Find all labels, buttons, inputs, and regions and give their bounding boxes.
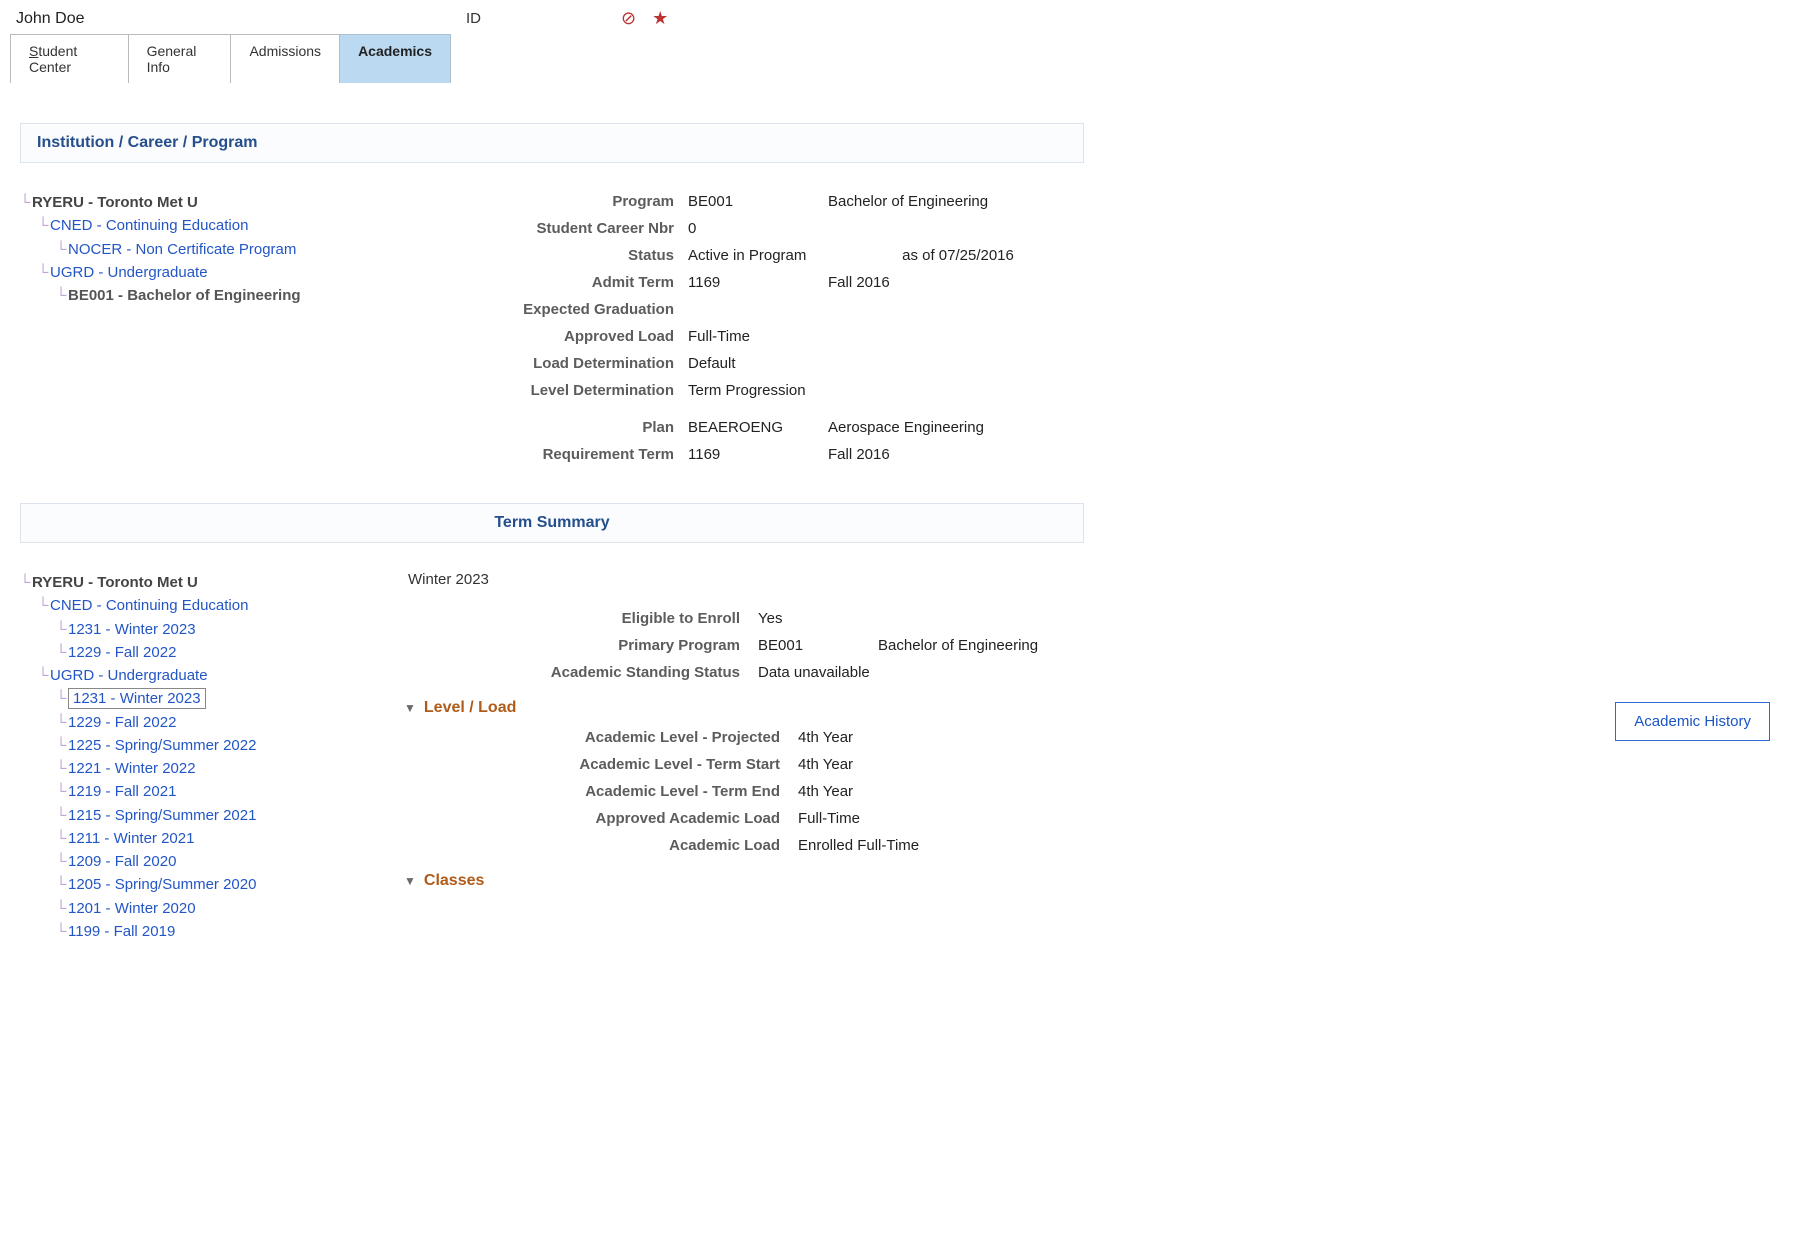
value-appload: Full-Time <box>688 328 828 345</box>
term-ugrd-1221[interactable]: 1221 - Winter 2022 <box>68 760 196 777</box>
term-ugrd-1209[interactable]: 1209 - Fall 2020 <box>68 853 176 870</box>
label-eligible: Eligible to Enroll <box>398 610 758 627</box>
id-label: ID <box>466 10 481 27</box>
value-eligible: Yes <box>758 610 878 627</box>
value-loaddet: Default <box>688 355 828 372</box>
tree-nocer[interactable]: NOCER - Non Certificate Program <box>68 241 296 258</box>
student-name: John Doe <box>16 10 436 28</box>
term-ugrd-1201[interactable]: 1201 - Winter 2020 <box>68 900 196 917</box>
value-leveldet: Term Progression <box>688 382 828 399</box>
tab-academics[interactable]: Academics <box>339 34 451 83</box>
section-title: Institution / Career / Program <box>37 134 257 151</box>
term-cned-1231[interactable]: 1231 - Winter 2023 <box>68 621 196 638</box>
no-entry-icon: ⊘ <box>621 8 636 29</box>
value-admit-desc: Fall 2016 <box>828 274 1088 291</box>
section-term-summary: Term Summary <box>20 503 1084 543</box>
label-standing: Academic Standing Status <box>398 664 758 681</box>
plan-properties: Plan BEAEROENG Aerospace Engineering Req… <box>398 419 1800 463</box>
value-level-end: 4th Year <box>798 783 998 800</box>
value-primary-desc: Bachelor of Engineering <box>878 637 1138 654</box>
program-tree: └RYERU - Toronto Met U └CNED - Continuin… <box>0 191 398 307</box>
caret-down-icon: ▼ <box>404 701 416 715</box>
term-title: Winter 2023 <box>408 571 1800 588</box>
term-ugrd[interactable]: UGRD - Undergraduate <box>50 667 208 684</box>
label-level-start: Academic Level - Term Start <box>488 756 798 773</box>
academic-history-button[interactable]: Academic History <box>1615 702 1770 741</box>
label-level-projected: Academic Level - Projected <box>488 729 798 746</box>
term-ugrd-1205[interactable]: 1205 - Spring/Summer 2020 <box>68 876 256 893</box>
tree-root: RYERU - Toronto Met U <box>32 194 198 211</box>
tree-ugrd[interactable]: UGRD - Undergraduate <box>50 264 208 281</box>
caret-down-icon: ▼ <box>404 874 416 888</box>
value-program-desc: Bachelor of Engineering <box>828 193 1088 210</box>
tab-student-center[interactable]: Student Center <box>10 34 129 83</box>
tab-general-info[interactable]: General Info <box>128 34 232 83</box>
value-reqterm: 1169 <box>688 446 828 463</box>
label-leveldet: Level Determination <box>398 382 688 399</box>
level-load-properties: Academic Level - Projected 4th Year Acad… <box>488 729 1800 854</box>
label-loaddet: Load Determination <box>398 355 688 372</box>
value-approved-load: Full-Time <box>798 810 998 827</box>
term-tree: └RYERU - Toronto Met U └CNED - Continuin… <box>0 571 398 943</box>
term-ugrd-1225[interactable]: 1225 - Spring/Summer 2022 <box>68 737 256 754</box>
value-plan-term: Fall 2016 <box>828 446 1088 463</box>
value-plan-desc: Aerospace Engineering <box>828 419 1088 436</box>
classes-label: Classes <box>424 872 485 890</box>
label-reqterm: Requirement Term <box>398 446 688 463</box>
term-ugrd-1199[interactable]: 1199 - Fall 2019 <box>68 923 175 940</box>
value-status: Active in Program <box>688 247 828 264</box>
tab-admissions[interactable]: Admissions <box>230 34 340 83</box>
term-root: RYERU - Toronto Met U <box>32 574 198 591</box>
label-program: Program <box>398 193 688 210</box>
term-ugrd-1229[interactable]: 1229 - Fall 2022 <box>68 714 176 731</box>
program-properties: Program BE001 Bachelor of Engineering St… <box>398 193 1800 399</box>
value-admit-code: 1169 <box>688 274 828 291</box>
value-academic-load: Enrolled Full-Time <box>798 837 998 854</box>
value-level-start: 4th Year <box>798 756 998 773</box>
tree-be001: BE001 - Bachelor of Engineering <box>68 287 301 304</box>
value-plan-code: BEAEROENG <box>688 419 828 436</box>
tab-bar: Student Center General Info Admissions A… <box>10 33 450 83</box>
label-appload: Approved Load <box>398 328 688 345</box>
star-icon: ★ <box>652 8 668 29</box>
label-status: Status <box>398 247 688 264</box>
value-status-asof: as of 07/25/2016 <box>828 247 1088 264</box>
tree-cned[interactable]: CNED - Continuing Education <box>50 217 248 234</box>
label-approved-load: Approved Academic Load <box>488 810 798 827</box>
label-admit: Admit Term <box>398 274 688 291</box>
label-primary-program: Primary Program <box>398 637 758 654</box>
term-ugrd-1231[interactable]: 1231 - Winter 2023 <box>68 688 206 709</box>
level-load-label: Level / Load <box>424 699 516 717</box>
term-ugrd-1219[interactable]: 1219 - Fall 2021 <box>68 783 176 800</box>
label-level-end: Academic Level - Term End <box>488 783 798 800</box>
value-level-projected: 4th Year <box>798 729 998 746</box>
section-institution-career-program: Institution / Career / Program <box>20 123 1084 163</box>
tab-student-center-hotkey: S <box>29 43 38 59</box>
classes-header[interactable]: ▼ Classes <box>404 872 1800 890</box>
value-career-nbr: 0 <box>688 220 828 237</box>
term-properties: Eligible to Enroll Yes Primary Program B… <box>398 610 1800 681</box>
label-academic-load: Academic Load <box>488 837 798 854</box>
label-plan: Plan <box>398 419 688 436</box>
label-career-nbr: Student Career Nbr <box>398 220 688 237</box>
value-primary-code: BE001 <box>758 637 878 654</box>
value-standing: Data unavailable <box>758 664 878 681</box>
value-program-code: BE001 <box>688 193 828 210</box>
term-cned[interactable]: CNED - Continuing Education <box>50 597 248 614</box>
term-cned-1229[interactable]: 1229 - Fall 2022 <box>68 644 176 661</box>
term-ugrd-1211[interactable]: 1211 - Winter 2021 <box>68 830 194 847</box>
term-ugrd-1215[interactable]: 1215 - Spring/Summer 2021 <box>68 807 256 824</box>
level-load-header[interactable]: ▼ Level / Load <box>404 699 1800 717</box>
term-summary-title: Term Summary <box>494 514 609 531</box>
label-expgrad: Expected Graduation <box>398 301 688 318</box>
